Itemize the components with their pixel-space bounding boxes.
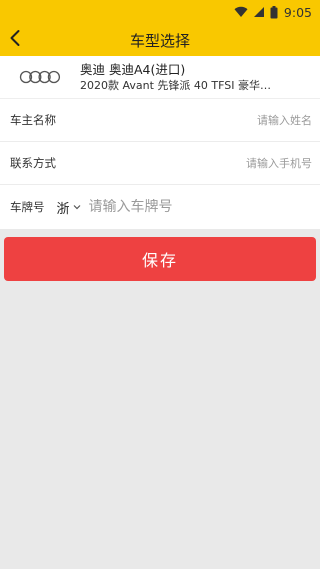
owner-name-row: 车主名称 [0, 99, 320, 142]
plate-input[interactable] [88, 199, 312, 215]
owner-form: 车主名称 联系方式 车牌号 浙 [0, 99, 320, 229]
car-model-name: 奥迪 奥迪A4(进口) [80, 61, 186, 77]
status-bar: 9:05 [0, 0, 320, 24]
page-title: 车型选择 [129, 31, 190, 50]
contact-row: 联系方式 [0, 142, 320, 185]
car-info: 奥迪 奥迪A4(进口) 2020款 Avant 先锋派 40 TFSI 豪华… [80, 62, 320, 93]
status-time: 9:05 [283, 4, 312, 20]
chevron-left-icon [9, 29, 21, 51]
save-button[interactable]: 保存 [4, 237, 316, 281]
battery-icon [270, 5, 278, 19]
audi-logo [0, 56, 80, 98]
car-card[interactable]: 奥迪 奥迪A4(进口) 2020款 Avant 先锋派 40 TFSI 豪华… [0, 56, 320, 99]
province-value: 浙 [56, 201, 70, 217]
phone-input[interactable] [56, 156, 312, 170]
contact-label: 联系方式 [10, 156, 56, 170]
province-select[interactable]: 浙 [57, 198, 81, 217]
chevron-down-icon [73, 204, 81, 210]
owner-name-label: 车主名称 [10, 113, 56, 127]
plate-row: 车牌号 浙 [0, 185, 320, 229]
back-button[interactable] [4, 24, 26, 56]
app-bar: 车型选择 [0, 24, 320, 56]
owner-name-input[interactable] [56, 113, 312, 127]
signal-icon [253, 6, 265, 18]
car-model-description: 2020款 Avant 先锋派 40 TFSI 豪华… [80, 78, 271, 92]
plate-label: 车牌号 [10, 200, 45, 214]
wifi-icon [234, 6, 248, 18]
